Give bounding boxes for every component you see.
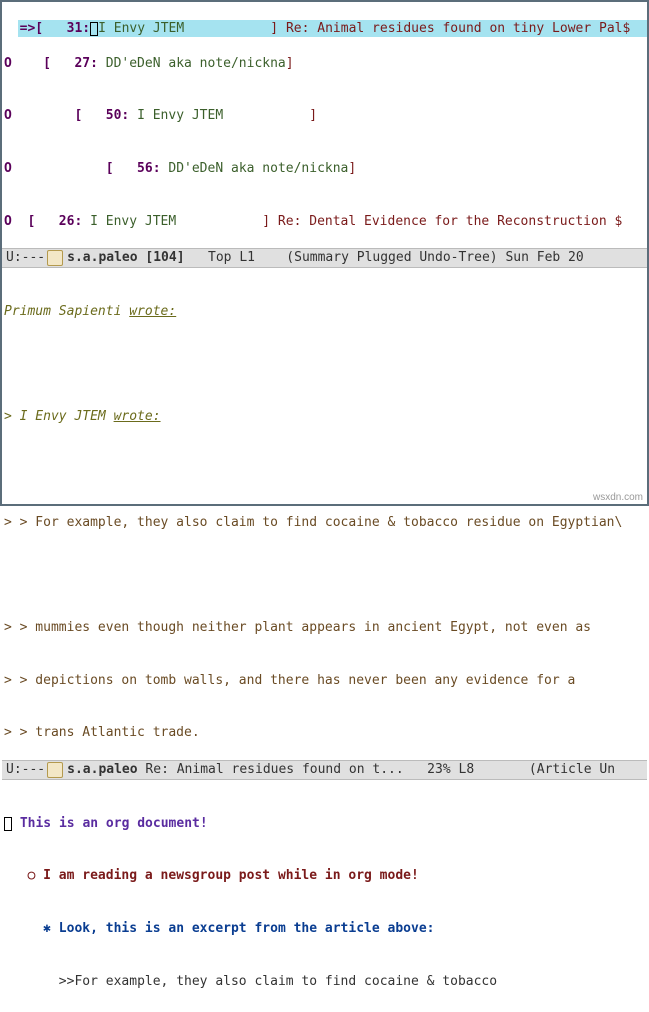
summary-row[interactable]: O [ 27: DD'eDeN aka note/nickna]: [2, 55, 647, 73]
quoted-line: > > trans Atlantic trade.: [2, 724, 647, 742]
blank-line: [2, 461, 647, 479]
text-cursor: [90, 22, 98, 36]
quoted-line: > > depictions on tomb walls, and there …: [2, 672, 647, 690]
gnus-icon: [47, 250, 63, 266]
org-cursor: [4, 817, 12, 831]
attribution-line: Primum Sapienti wrote:: [2, 303, 647, 321]
quoted-line: > > For example, they also claim to find…: [2, 514, 647, 532]
blank-line: [2, 566, 647, 584]
msg-prefix: O [ 26:: [4, 214, 90, 229]
msg-subject: ]: [309, 108, 317, 123]
org-body-line: >>For example, they also claim to find c…: [2, 973, 647, 991]
msg-subject: ]: [348, 161, 356, 176]
msg-prefix: O [ 27:: [4, 56, 106, 71]
msg-author: I Envy JTEM: [90, 214, 262, 229]
msg-author: DD'eDeN aka note/nickna: [168, 161, 348, 176]
msg-prefix: O [ 50:: [4, 108, 137, 123]
summary-row[interactable]: O [ 56: DD'eDeN aka note/nickna]: [2, 160, 647, 178]
msg-subject: ]: [286, 56, 294, 71]
msg-author: I Envy JTEM: [98, 21, 270, 36]
modeline-subject: Re: Animal residues found on t... 23% L8…: [138, 761, 615, 779]
org-heading-3[interactable]: ✱ Look, this is an excerpt from the arti…: [2, 920, 647, 938]
quoted-line: > > mummies even though neither plant ap…: [2, 619, 647, 637]
summary-pane[interactable]: =>[ 31: I Envy JTEM ] Re: Animal residues…: [2, 2, 647, 248]
msg-subject: ] Re: Animal residues found on tiny Lowe…: [270, 21, 630, 36]
nested-attribution: > I Envy JTEM wrote:: [2, 408, 647, 426]
msg-prefix: O [ 56:: [4, 161, 168, 176]
article-modeline: U:--- s.a.paleo Re: Animal residues foun…: [2, 760, 647, 780]
msg-author: DD'eDeN aka note/nickna: [106, 56, 286, 71]
org-heading-1[interactable]: This is an org document!: [2, 815, 647, 833]
summary-modeline: U:--- s.a.paleo [104] Top L1 (Summary Pl…: [2, 248, 647, 268]
modeline-buffer-name: s.a.paleo [104]: [67, 249, 184, 267]
org-heading-2[interactable]: ○ I am reading a newsgroup post while in…: [2, 867, 647, 885]
watermark: wsxdn.com: [593, 491, 643, 505]
org-pane[interactable]: This is an org document! ○ I am reading …: [2, 780, 647, 1012]
msg-prefix: =>[ 31:: [20, 21, 90, 36]
modeline-modes: (Summary Plugged Undo-Tree) Sun Feb 20: [286, 249, 583, 267]
modeline-status: U:---: [6, 761, 45, 779]
blank-line: [2, 356, 647, 374]
msg-subject: ] Re: Dental Evidence for the Reconstruc…: [262, 214, 622, 229]
gnus-icon: [47, 762, 63, 778]
summary-row-selected[interactable]: =>[ 31: I Envy JTEM ] Re: Animal residues…: [18, 20, 647, 38]
article-pane[interactable]: Primum Sapienti wrote: > I Envy JTEM wro…: [2, 268, 647, 760]
msg-author: I Envy JTEM: [137, 108, 309, 123]
summary-row[interactable]: O [ 50: I Envy JTEM ]: [2, 107, 647, 125]
modeline-status: U:---: [6, 249, 45, 267]
modeline-pos: Top L1: [185, 249, 287, 267]
modeline-buffer-name: s.a.paleo: [67, 761, 137, 779]
summary-row[interactable]: O [ 26: I Envy JTEM ] Re: Dental Evidenc…: [2, 213, 647, 231]
